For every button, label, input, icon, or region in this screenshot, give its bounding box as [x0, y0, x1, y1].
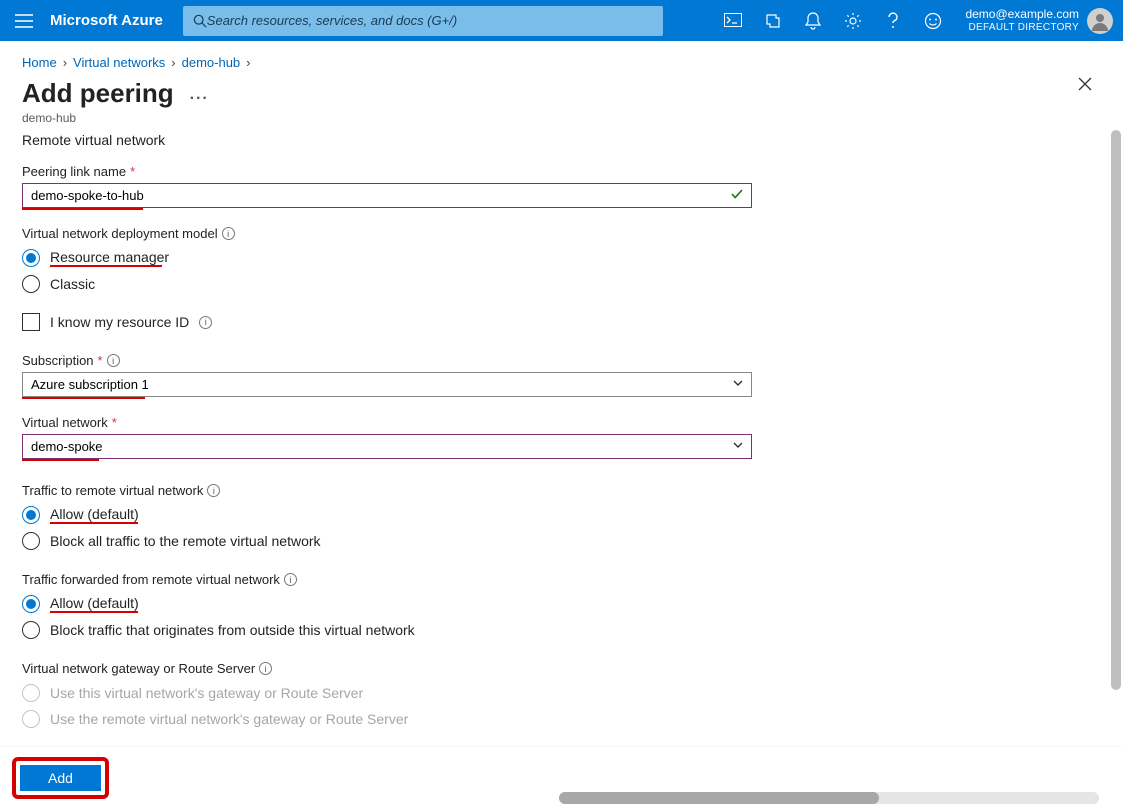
peering-link-name-label: Peering link name* [22, 164, 1087, 179]
radio-allow-forwarded[interactable]: Allow (default) [22, 595, 1087, 613]
radio-classic[interactable]: Classic [22, 275, 1087, 293]
radio-icon [22, 506, 40, 524]
deployment-model-label: Virtual network deployment model i [22, 226, 1087, 241]
help-icon[interactable] [873, 0, 913, 41]
chevron-right-icon: › [246, 55, 250, 70]
subscription-label: Subscription* i [22, 353, 1087, 368]
checkbox-icon [22, 313, 40, 331]
radio-icon [22, 532, 40, 550]
know-resource-id-checkbox[interactable]: I know my resource ID i [22, 313, 1087, 331]
search-icon [193, 14, 207, 28]
radio-use-remote-gateway: Use the remote virtual network's gateway… [22, 710, 1087, 728]
highlight-underline [22, 459, 99, 461]
highlight-underline [22, 208, 143, 210]
footer-bar: Add [0, 746, 1123, 808]
info-icon[interactable]: i [107, 354, 120, 367]
close-icon[interactable] [1077, 76, 1093, 92]
account-directory: DEFAULT DIRECTORY [965, 21, 1079, 35]
traffic-forwarded-label: Traffic forwarded from remote virtual ne… [22, 572, 1087, 587]
traffic-to-remote-label: Traffic to remote virtual network i [22, 483, 1087, 498]
checkmark-icon [730, 187, 744, 201]
virtual-network-label: Virtual network* [22, 415, 1087, 430]
directories-icon[interactable] [753, 0, 793, 41]
info-icon[interactable]: i [207, 484, 220, 497]
horizontal-scrollbar[interactable] [559, 792, 1099, 804]
vertical-scrollbar[interactable] [1111, 130, 1121, 738]
search-box[interactable] [183, 6, 663, 36]
info-icon[interactable]: i [259, 662, 272, 675]
radio-block-traffic-to-remote[interactable]: Block all traffic to the remote virtual … [22, 532, 1087, 550]
virtual-network-dropdown[interactable] [22, 434, 752, 459]
topbar: Microsoft Azure demo@example.com DEFAULT… [0, 0, 1123, 41]
add-button-highlight: Add [12, 757, 109, 799]
cloud-shell-icon[interactable] [713, 0, 753, 41]
radio-block-forwarded[interactable]: Block traffic that originates from outsi… [22, 621, 1087, 639]
brand-label[interactable]: Microsoft Azure [50, 12, 163, 29]
page-title: Add peering [22, 78, 174, 109]
breadcrumb: Home › Virtual networks › demo-hub › [0, 41, 1123, 70]
breadcrumb-vnets[interactable]: Virtual networks [73, 55, 165, 70]
hamburger-icon[interactable] [0, 14, 48, 28]
settings-icon[interactable] [833, 0, 873, 41]
add-button[interactable]: Add [20, 765, 101, 791]
radio-resource-manager[interactable]: Resource manager [22, 249, 1087, 267]
radio-icon [22, 621, 40, 639]
feedback-icon[interactable] [913, 0, 953, 41]
subscription-dropdown[interactable] [22, 372, 752, 397]
radio-icon [22, 275, 40, 293]
highlight-underline [50, 611, 138, 613]
radio-icon [22, 249, 40, 267]
radio-use-this-gateway: Use this virtual network's gateway or Ro… [22, 684, 1087, 702]
radio-icon [22, 710, 40, 728]
avatar-icon [1087, 8, 1113, 34]
gateway-label: Virtual network gateway or Route Server … [22, 661, 1087, 676]
notifications-icon[interactable] [793, 0, 833, 41]
search-input[interactable] [207, 13, 653, 28]
more-icon[interactable]: ··· [190, 90, 209, 108]
breadcrumb-current[interactable]: demo-hub [182, 55, 241, 70]
account-menu[interactable]: demo@example.com DEFAULT DIRECTORY [953, 7, 1123, 35]
peering-link-name-input[interactable] [22, 183, 752, 208]
highlight-underline [22, 397, 145, 399]
form-area: Remote virtual network Peering link name… [0, 126, 1109, 738]
info-icon[interactable]: i [284, 573, 297, 586]
account-email: demo@example.com [965, 7, 1079, 21]
radio-allow-traffic-to-remote[interactable]: Allow (default) [22, 506, 1087, 524]
info-icon[interactable]: i [199, 316, 212, 329]
info-icon[interactable]: i [222, 227, 235, 240]
highlight-underline [50, 265, 162, 267]
highlight-underline [50, 522, 138, 524]
section-remote-vnet: Remote virtual network [22, 132, 1087, 148]
page-header: Add peering ··· [0, 70, 1123, 111]
chevron-right-icon: › [171, 55, 175, 70]
breadcrumb-home[interactable]: Home [22, 55, 57, 70]
chevron-right-icon: › [63, 55, 67, 70]
radio-icon [22, 684, 40, 702]
radio-icon [22, 595, 40, 613]
